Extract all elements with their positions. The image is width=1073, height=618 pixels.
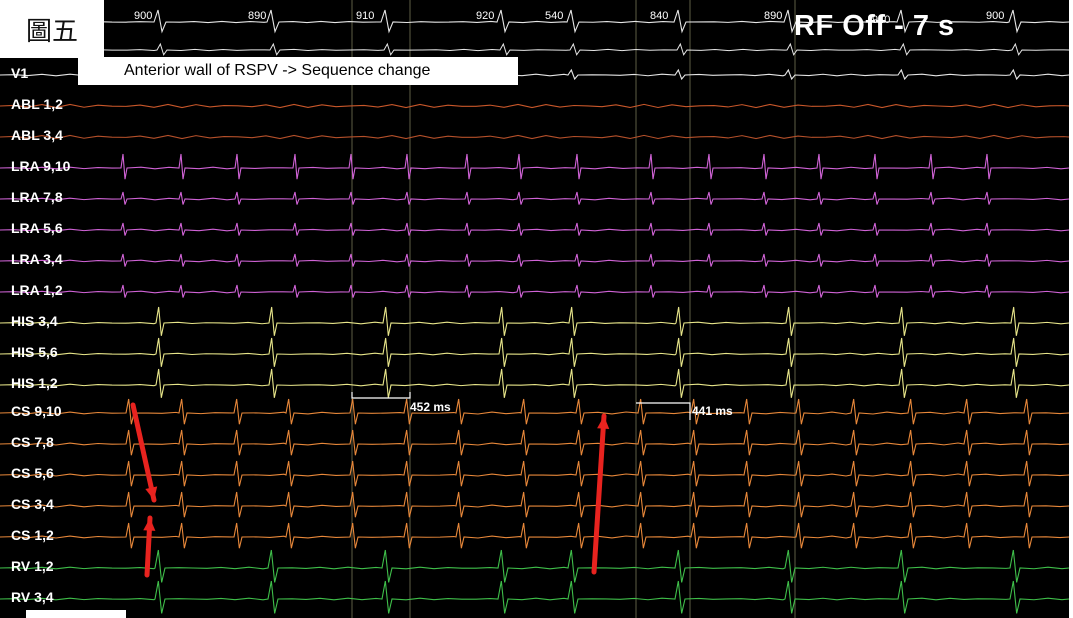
channel-label: LRA 5,6: [11, 220, 63, 236]
channel-trace: [0, 460, 1070, 487]
egm-recording: 圖五 RF Off - 7 s Anterior wall of RSPV ->…: [0, 0, 1073, 618]
channel-trace: [0, 337, 1070, 367]
channel-trace: [0, 191, 1070, 205]
annotation-box: Anterior wall of RSPV -> Sequence change: [78, 57, 518, 85]
channel-trace: [0, 103, 1070, 109]
bottom-white-box: [26, 610, 126, 618]
cycle-length-label: 900: [986, 10, 1005, 22]
measurement-label: 452 ms: [410, 400, 451, 414]
red-arrow-up-head: [143, 518, 156, 531]
caliper-441ms: [636, 402, 691, 420]
channel-label: LRA 1,2: [11, 282, 63, 298]
channel-label: HIS 1,2: [11, 375, 58, 391]
channel-label: LRA 3,4: [11, 251, 63, 267]
channel-trace: [0, 222, 1070, 236]
channel-trace: [0, 284, 1070, 298]
cycle-length-label: 890: [764, 10, 783, 22]
channel-trace: [0, 429, 1070, 456]
channel-label: HIS 3,4: [11, 313, 58, 329]
channel-trace: [0, 398, 1070, 425]
caliper-452ms: [351, 392, 411, 399]
cycle-length-label: 840: [650, 10, 669, 22]
channel-trace: [0, 368, 1070, 398]
figure-label: 圖五: [0, 0, 104, 58]
channel-trace: [0, 549, 1070, 583]
channel-label: CS 3,4: [11, 496, 54, 512]
channel-trace: [0, 522, 1070, 549]
channel-trace: [0, 306, 1070, 336]
channel-label: RV 1,2: [11, 558, 54, 574]
channel-trace: [0, 253, 1070, 267]
channel-label: CS 1,2: [11, 527, 54, 543]
channel-label: CS 5,6: [11, 465, 54, 481]
channel-label: HIS 5,6: [11, 344, 58, 360]
cycle-length-label: 890: [248, 10, 267, 22]
red-arrow-up-long: [591, 413, 607, 575]
red-arrow-down: [130, 402, 157, 503]
channel-label: LRA 9,10: [11, 158, 71, 174]
cycle-length-label: 940: [872, 14, 891, 26]
channel-label: CS 9,10: [11, 403, 62, 419]
channel-trace: [0, 134, 1070, 140]
channel-trace: [0, 153, 1070, 180]
cycle-length-label: 540: [545, 10, 564, 22]
channel-label: LRA 7,8: [11, 189, 63, 205]
channel-label: ABL 3,4: [11, 127, 63, 143]
top-surface-trace: [0, 42, 1070, 56]
channel-label: CS 7,8: [11, 434, 54, 450]
cycle-length-label: 920: [476, 10, 495, 22]
channel-trace: [0, 491, 1070, 518]
channel-label: V1: [11, 65, 29, 81]
measurement-label: 441 ms: [692, 404, 733, 418]
channel-label: RV 3,4: [11, 589, 54, 605]
channel-trace: [0, 580, 1070, 614]
right-frame: [1069, 0, 1073, 618]
channel-label: ABL 1,2: [11, 96, 63, 112]
cycle-length-label: 900: [134, 10, 153, 22]
red-arrow-up-long-head: [597, 416, 610, 429]
egm-traces: [0, 0, 1070, 618]
cycle-length-label: 910: [356, 10, 375, 22]
